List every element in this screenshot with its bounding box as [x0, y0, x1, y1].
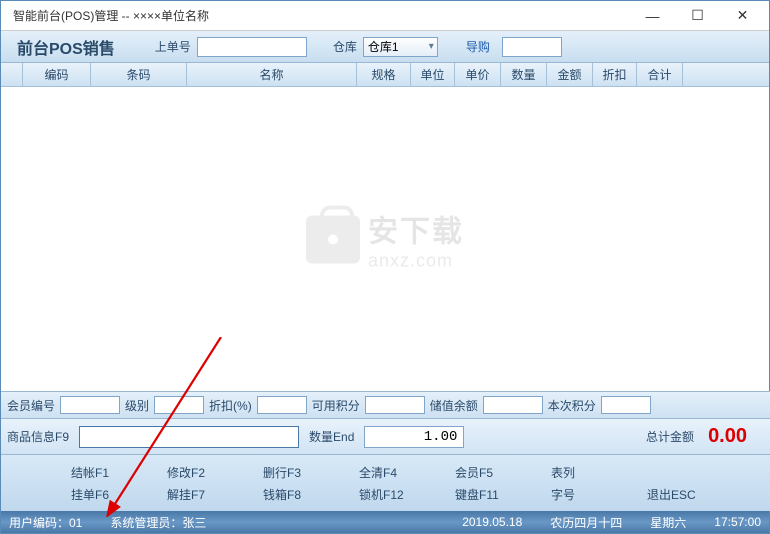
status-lunar: 农历四月十四: [550, 514, 622, 531]
member-no-label: 会员编号: [7, 397, 55, 414]
lock-icon: [306, 215, 360, 263]
warehouse-label: 仓库: [333, 38, 357, 55]
fn-button[interactable]: 会员F5: [455, 464, 509, 481]
column-header[interactable]: 数量: [501, 63, 547, 86]
fn-button[interactable]: 钱箱F8: [263, 486, 317, 503]
total-amount: 0.00: [704, 425, 747, 448]
grid-body: 安下载 anxz.com: [1, 87, 769, 391]
warehouse-select[interactable]: 仓库1 ▾: [363, 37, 438, 57]
stored-balance-label: 储值余额: [430, 397, 478, 414]
fn-button[interactable]: 挂单F6: [71, 486, 125, 503]
grid-header: 编码条码名称规格单位单价数量金额折扣合计: [1, 63, 769, 87]
product-row: 商品信息F9 数量End 1.00 总计金额 0.00: [1, 419, 770, 455]
this-points-input[interactable]: [601, 396, 651, 414]
window-title: 智能前台(POS)管理 -- ××××单位名称: [5, 7, 630, 24]
status-user-code: 用户编码：01: [9, 514, 82, 531]
level-input[interactable]: [154, 396, 204, 414]
column-header[interactable]: 单位: [411, 63, 455, 86]
pos-title: 前台POS销售: [9, 35, 123, 59]
member-row: 会员编号 级别 折扣(%) 可用积分 储值余额 本次积分: [1, 391, 770, 419]
fn-button[interactable]: 字号: [551, 486, 605, 503]
watermark: 安下载 anxz.com: [306, 207, 464, 272]
column-header[interactable]: 条码: [91, 63, 187, 86]
toolbar: 前台POS销售 上单号 仓库 仓库1 ▾ 导购: [1, 31, 769, 63]
stored-balance-input[interactable]: [483, 396, 543, 414]
maximize-button[interactable]: ☐: [675, 2, 720, 30]
fn-button[interactable]: 锁机F12: [359, 486, 413, 503]
product-info-input[interactable]: [79, 426, 299, 448]
usable-points-input[interactable]: [365, 396, 425, 414]
column-header[interactable]: 编码: [23, 63, 91, 86]
column-header[interactable]: 金额: [547, 63, 593, 86]
status-date: 2019.05.18: [462, 515, 522, 529]
column-header[interactable]: [1, 63, 23, 86]
column-header[interactable]: 折扣: [593, 63, 637, 86]
fn-button[interactable]: 表列: [551, 464, 605, 481]
fn-button[interactable]: 删行F3: [263, 464, 317, 481]
discount-input[interactable]: [257, 396, 307, 414]
prev-order-label: 上单号: [155, 38, 191, 55]
statusbar: 用户编码：01 系统管理员：张三 2019.05.18 农历四月十四 星期六 1…: [1, 511, 769, 533]
fn-button[interactable]: 全清F4: [359, 464, 413, 481]
column-header[interactable]: 名称: [187, 63, 357, 86]
discount-label: 折扣(%): [209, 397, 252, 414]
status-time: 17:57:00: [714, 515, 761, 529]
status-weekday: 星期六: [650, 514, 686, 531]
titlebar: 智能前台(POS)管理 -- ××××单位名称 — ☐ ✕: [1, 1, 769, 31]
minimize-button[interactable]: —: [630, 2, 675, 30]
column-header[interactable]: 合计: [637, 63, 683, 86]
import-button[interactable]: 导购: [460, 38, 496, 55]
product-info-label: 商品信息F9: [7, 428, 69, 445]
fn-button[interactable]: 解挂F7: [167, 486, 221, 503]
column-header[interactable]: 规格: [357, 63, 411, 86]
member-no-input[interactable]: [60, 396, 120, 414]
import-input[interactable]: [502, 37, 562, 57]
function-keys: 结帐F1 修改F2 删行F3 全清F4 会员F5 表列 挂单F6 解挂F7 钱箱F8 锁机F12…: [1, 455, 770, 511]
warehouse-value: 仓库1: [368, 38, 399, 55]
level-label: 级别: [125, 397, 149, 414]
qty-label: 数量End: [309, 428, 354, 445]
fn-button[interactable]: 退出ESC: [647, 486, 701, 503]
fn-button[interactable]: 结帐F1: [71, 464, 125, 481]
close-button[interactable]: ✕: [720, 2, 765, 30]
fn-button[interactable]: 修改F2: [167, 464, 221, 481]
status-admin: 系统管理员：张三: [110, 514, 206, 531]
chevron-down-icon: ▾: [429, 41, 437, 52]
usable-points-label: 可用积分: [312, 397, 360, 414]
total-label: 总计金额: [646, 428, 694, 445]
qty-input[interactable]: 1.00: [364, 426, 464, 448]
fn-button[interactable]: 键盘F11: [455, 486, 509, 503]
prev-order-input[interactable]: [197, 37, 307, 57]
column-header[interactable]: 单价: [455, 63, 501, 86]
this-points-label: 本次积分: [548, 397, 596, 414]
